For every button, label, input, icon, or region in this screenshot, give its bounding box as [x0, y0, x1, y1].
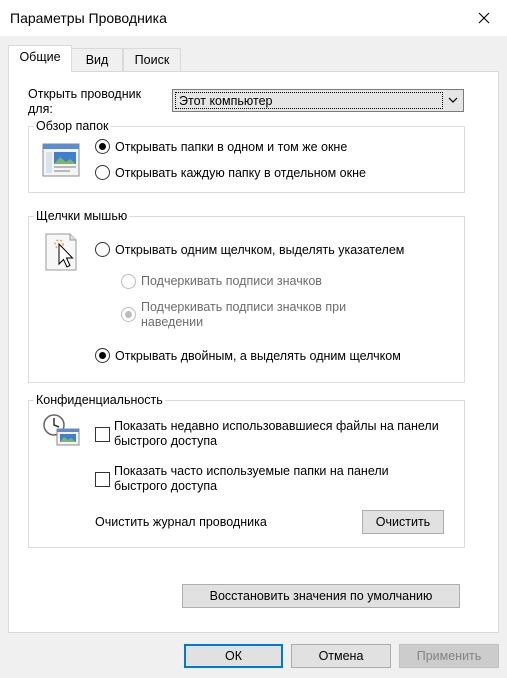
tab-view-label: Вид	[85, 53, 109, 67]
restore-defaults-button[interactable]: Восстановить значения по умолчанию	[182, 584, 460, 608]
title-bar: Параметры Проводника	[0, 0, 507, 36]
browse-folders-title: Обзор папок	[34, 119, 111, 133]
underline-hover-label[interactable]: Подчеркивать подписи значков при наведен…	[141, 300, 401, 330]
same-window-label[interactable]: Открывать папки в одном и том же окне	[115, 140, 347, 154]
open-explorer-select[interactable]: Этот компьютер	[172, 89, 464, 112]
radio-underline-always[interactable]	[121, 274, 136, 289]
privacy-clock-icon	[43, 414, 80, 446]
open-explorer-value: Этот компьютер	[179, 94, 273, 108]
cancel-button[interactable]: Отмена	[291, 644, 391, 668]
browse-folders-group	[28, 126, 465, 193]
clicks-title: Щелчки мышью	[34, 209, 130, 223]
tab-general-label: Общие	[19, 50, 61, 64]
separate-window-label[interactable]: Открывать каждую папку в отдельном окне	[115, 166, 366, 180]
open-explorer-label: Открыть проводник для:	[28, 87, 142, 116]
tab-view[interactable]: Вид	[71, 48, 123, 72]
clear-button[interactable]: Очистить	[362, 510, 444, 534]
close-icon	[478, 12, 490, 24]
tab-general[interactable]: Общие	[8, 45, 72, 72]
chevron-down-icon	[448, 97, 458, 103]
checkbox-recent-files[interactable]	[95, 427, 110, 442]
tab-search[interactable]: Поиск	[123, 48, 181, 72]
clear-history-label: Очистить журнал проводника	[95, 515, 267, 529]
radio-same-window[interactable]	[95, 139, 110, 154]
radio-separate-window[interactable]	[95, 165, 110, 180]
ok-button[interactable]: ОК	[184, 644, 283, 668]
window-title: Параметры Проводника	[10, 10, 167, 26]
mouse-pointer-icon	[45, 233, 77, 271]
recent-files-label[interactable]: Показать недавно использовавшиеся файлы …	[114, 419, 444, 449]
privacy-title: Конфиденциальность	[34, 393, 165, 407]
double-click-label[interactable]: Открывать двойным, а выделять одним щелч…	[115, 349, 401, 363]
radio-double-click[interactable]	[95, 348, 110, 363]
frequent-folders-label[interactable]: Показать часто используемые папки на пан…	[114, 464, 444, 494]
apply-button[interactable]: Применить	[399, 644, 499, 668]
single-click-label[interactable]: Открывать одним щелчком, выделять указат…	[115, 243, 404, 257]
checkbox-frequent-folders[interactable]	[95, 472, 110, 487]
radio-single-click[interactable]	[95, 242, 110, 257]
tab-search-label: Поиск	[134, 53, 170, 67]
close-button[interactable]	[461, 0, 507, 36]
radio-underline-hover[interactable]	[121, 307, 136, 322]
folder-window-icon	[42, 143, 80, 177]
underline-always-label[interactable]: Подчеркивать подписи значков	[141, 274, 322, 288]
